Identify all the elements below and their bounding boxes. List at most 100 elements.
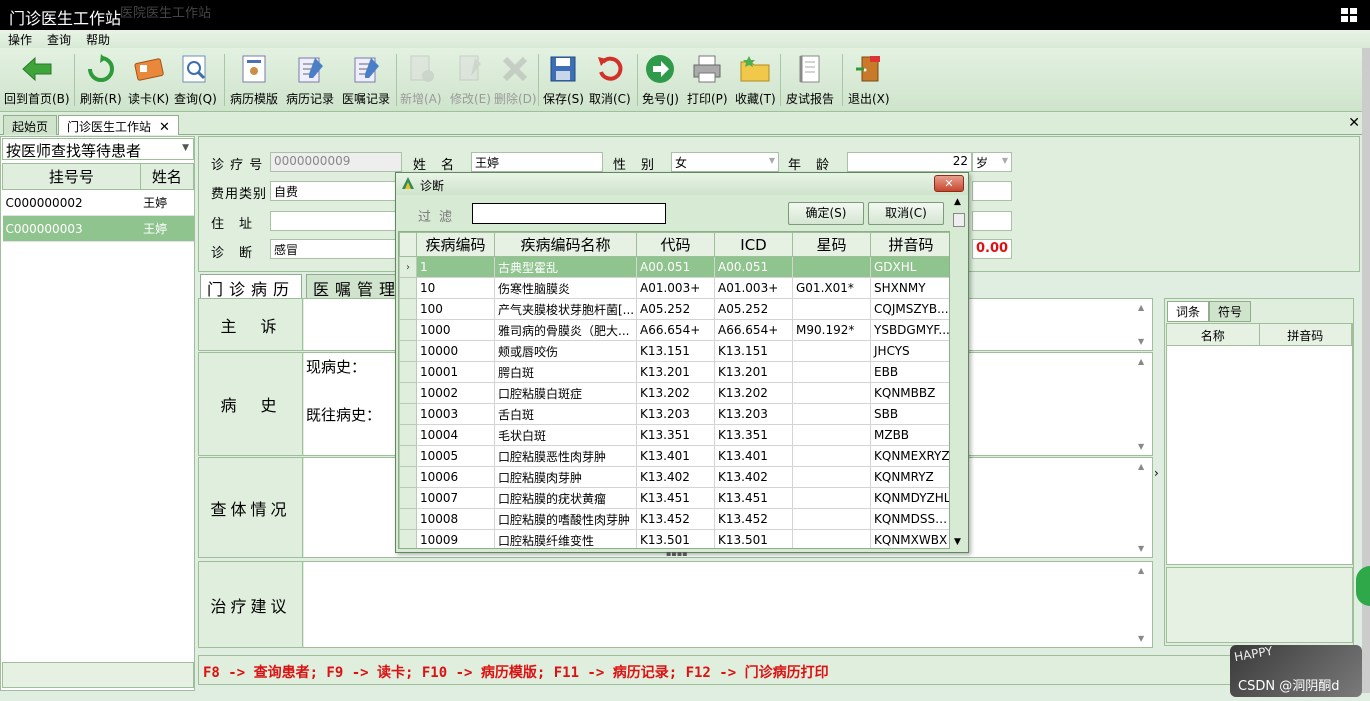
cell-py: JHCYS xyxy=(870,340,949,362)
cell-dm: A01.003+ xyxy=(636,277,715,299)
extra-field-1[interactable] xyxy=(972,181,1012,201)
toolbar-button-4[interactable]: 病历模版 xyxy=(230,52,278,110)
table-row[interactable]: 10000 颊或唇咬伤 K13.151 K13.151 JHCYS xyxy=(399,340,949,362)
table-row[interactable]: 10009 口腔粘膜纤维变性 K13.501 K13.501 KQNMXWBX xyxy=(399,529,949,548)
gender-select[interactable]: 女 ▼ xyxy=(671,152,779,172)
menu-operate[interactable]: 操作 xyxy=(8,31,32,48)
dialog-titlebar[interactable]: 诊断 ✕ xyxy=(396,173,968,195)
col-star-code[interactable]: 星码 xyxy=(792,232,871,257)
window-ghost-title: 医院医生工作站 xyxy=(120,6,212,21)
tab-home[interactable]: 起始页 xyxy=(3,115,58,135)
diagnosis-field[interactable]: 感冒 xyxy=(270,239,400,259)
toolbar-button-5[interactable]: 病历记录 xyxy=(286,52,334,110)
toolbar-button-7[interactable]: 新增(A) xyxy=(400,52,442,110)
toolbar-button-3[interactable]: 查询(Q) xyxy=(174,52,217,110)
cell-icd: K13.351 xyxy=(714,424,793,446)
dialog-scrollbar[interactable]: ▲ ▼ xyxy=(952,195,966,549)
cell-star xyxy=(792,529,871,548)
filter-input[interactable] xyxy=(472,203,666,224)
extra-field-2[interactable] xyxy=(972,211,1012,231)
cell-py: KQNMXWBX xyxy=(870,529,949,548)
table-row[interactable]: C000000002 王婷 xyxy=(2,189,194,216)
table-row[interactable]: 10001 腭白斑 K13.201 K13.201 EBB xyxy=(399,361,949,383)
age-unit-select[interactable]: 岁 ▼ xyxy=(972,152,1012,172)
scrollbar[interactable]: ▲ ▼ xyxy=(1138,357,1148,451)
toolbar-button-16[interactable]: 退出(X) xyxy=(848,52,890,110)
toolbar-button-label: 取消(C) xyxy=(589,92,631,106)
resize-grip-icon[interactable]: ▪▪▪▪ xyxy=(666,549,688,558)
advice-input[interactable] xyxy=(304,562,1152,647)
close-all-icon[interactable]: ✕ xyxy=(1348,115,1360,131)
table-row[interactable]: 10005 口腔粘膜恶性肉芽肿 K13.401 K13.401 KQNMEXRYZ xyxy=(399,445,949,467)
scrollbar[interactable]: ▲ ▼ xyxy=(1138,566,1148,643)
toolbar-button-2[interactable]: 读卡(K) xyxy=(128,52,169,110)
expand-right-icon[interactable]: › xyxy=(1154,466,1159,480)
scroll-up-icon[interactable]: ▲ xyxy=(954,197,961,207)
table-row[interactable]: 10008 口腔粘膜的嗜酸性肉芽肿 K13.452 K13.452 KQNMDSSX..… xyxy=(399,508,949,530)
table-row[interactable]: 10006 口腔粘膜肉芽肿 K13.402 K13.402 KQNMRYZ xyxy=(399,466,949,488)
toolbar-button-6[interactable]: 医嘱记录 xyxy=(342,52,390,110)
table-row[interactable]: 10004 毛状白斑 K13.351 K13.351 MZBB xyxy=(399,424,949,446)
scrollbar[interactable]: ▲ ▼ xyxy=(1138,303,1148,346)
refresh-icon xyxy=(84,52,118,86)
tab-order-management[interactable]: 医嘱管理 xyxy=(306,274,402,298)
tab-close-icon[interactable]: ✕ xyxy=(159,120,170,135)
window-menu-icon[interactable] xyxy=(1341,8,1357,22)
toolbar-button-label: 刷新(R) xyxy=(80,92,122,106)
filter-label: 过滤 xyxy=(418,210,461,225)
col-phrase-name[interactable]: 名称 xyxy=(1167,324,1260,345)
printer-icon xyxy=(690,52,724,86)
toolbar-button-9[interactable]: 删除(D) xyxy=(494,52,537,110)
close-icon[interactable]: ✕ xyxy=(934,175,964,192)
tab-symbols[interactable]: 符号 xyxy=(1209,301,1252,322)
ok-button[interactable]: 确定(S) xyxy=(788,202,864,225)
table-row[interactable]: 100 产气夹膜梭状芽胞杆菌[... A05.252 A05.252 CQJMSZYB.… xyxy=(399,298,949,320)
table-row[interactable]: 10002 口腔粘膜白斑症 K13.202 K13.202 KQNMBBZ xyxy=(399,382,949,404)
scroll-down-icon[interactable]: ▼ xyxy=(954,537,961,547)
toolbar-button-12[interactable]: 免号(J) xyxy=(642,52,679,110)
col-code[interactable]: 代码 xyxy=(636,232,715,257)
menu-help[interactable]: 帮助 xyxy=(86,31,110,48)
toolbar-button-0[interactable]: 回到首页(B) xyxy=(4,52,70,110)
row-pointer-icon: › xyxy=(399,256,417,278)
toolbar-button-8[interactable]: 修改(E) xyxy=(450,52,491,110)
table-row[interactable]: 10003 舌白斑 K13.203 K13.203 SBB xyxy=(399,403,949,425)
col-name[interactable]: 姓名 xyxy=(139,163,195,190)
fee-type-select[interactable]: 自费 xyxy=(270,181,400,201)
tab-phrases[interactable]: 词条 xyxy=(1167,301,1210,322)
patient-filter-select[interactable]: 按医师查找等待患者 ▼ xyxy=(2,138,194,160)
toolbar-button-13[interactable]: 打印(P) xyxy=(687,52,728,110)
name-field[interactable]: 王婷 xyxy=(471,152,603,172)
col-disease-code[interactable]: 疾病编码 xyxy=(416,232,495,257)
col-reg-no[interactable]: 挂号号 xyxy=(2,163,141,190)
gender-label: 性 别 xyxy=(613,158,656,173)
tab-doctor-station[interactable]: 门诊医生工作站 ✕ xyxy=(58,115,179,135)
cancel-button[interactable]: 取消(C) xyxy=(868,202,944,225)
age-field[interactable]: 22 xyxy=(847,152,972,172)
col-disease-name[interactable]: 疾病编码名称 xyxy=(494,232,637,257)
present-history-label: 现病史： xyxy=(306,358,367,376)
menu-query[interactable]: 查询 xyxy=(47,31,71,48)
col-icd[interactable]: ICD xyxy=(714,232,793,257)
col-pinyin[interactable]: 拼音码 xyxy=(870,232,949,257)
cell-icd: K13.402 xyxy=(714,466,793,488)
toolbar-button-10[interactable]: 保存(S) xyxy=(543,52,584,110)
table-row[interactable]: 10 伤寒性脑膜炎 A01.003+ A01.003+ G01.X01* SHXNMY xyxy=(399,277,949,299)
table-row[interactable]: C000000003 王婷 xyxy=(2,215,194,242)
toolbar-button-15[interactable]: 皮试报告 xyxy=(786,52,834,110)
table-row[interactable]: 10007 口腔粘膜的疣状黄瘤 K13.451 K13.451 KQNMDYZHL xyxy=(399,487,949,509)
address-field[interactable] xyxy=(270,211,400,231)
toolbar-button-1[interactable]: 刷新(R) xyxy=(80,52,122,110)
visit-no-field[interactable]: 0000000009 xyxy=(270,152,402,172)
table-row[interactable]: 1000 雅司病的骨膜炎（肥大... A66.654+ A66.654+ M90.192… xyxy=(399,319,949,341)
phrase-preview[interactable] xyxy=(1166,567,1353,643)
toolbar-button-11[interactable]: 取消(C) xyxy=(589,52,631,110)
scroll-thumb[interactable] xyxy=(953,213,965,227)
floating-widget[interactable] xyxy=(1356,566,1370,606)
col-phrase-pinyin[interactable]: 拼音码 xyxy=(1260,324,1352,345)
save-icon xyxy=(546,52,580,86)
tab-outpatient-record[interactable]: 门诊病历 xyxy=(200,274,303,299)
table-row[interactable]: › 1 古典型霍乱 A00.051 A00.051 GDXHL xyxy=(399,256,949,278)
scrollbar[interactable]: ▲ ▼ xyxy=(1138,462,1148,553)
toolbar-button-14[interactable]: 收藏(T) xyxy=(735,52,776,110)
